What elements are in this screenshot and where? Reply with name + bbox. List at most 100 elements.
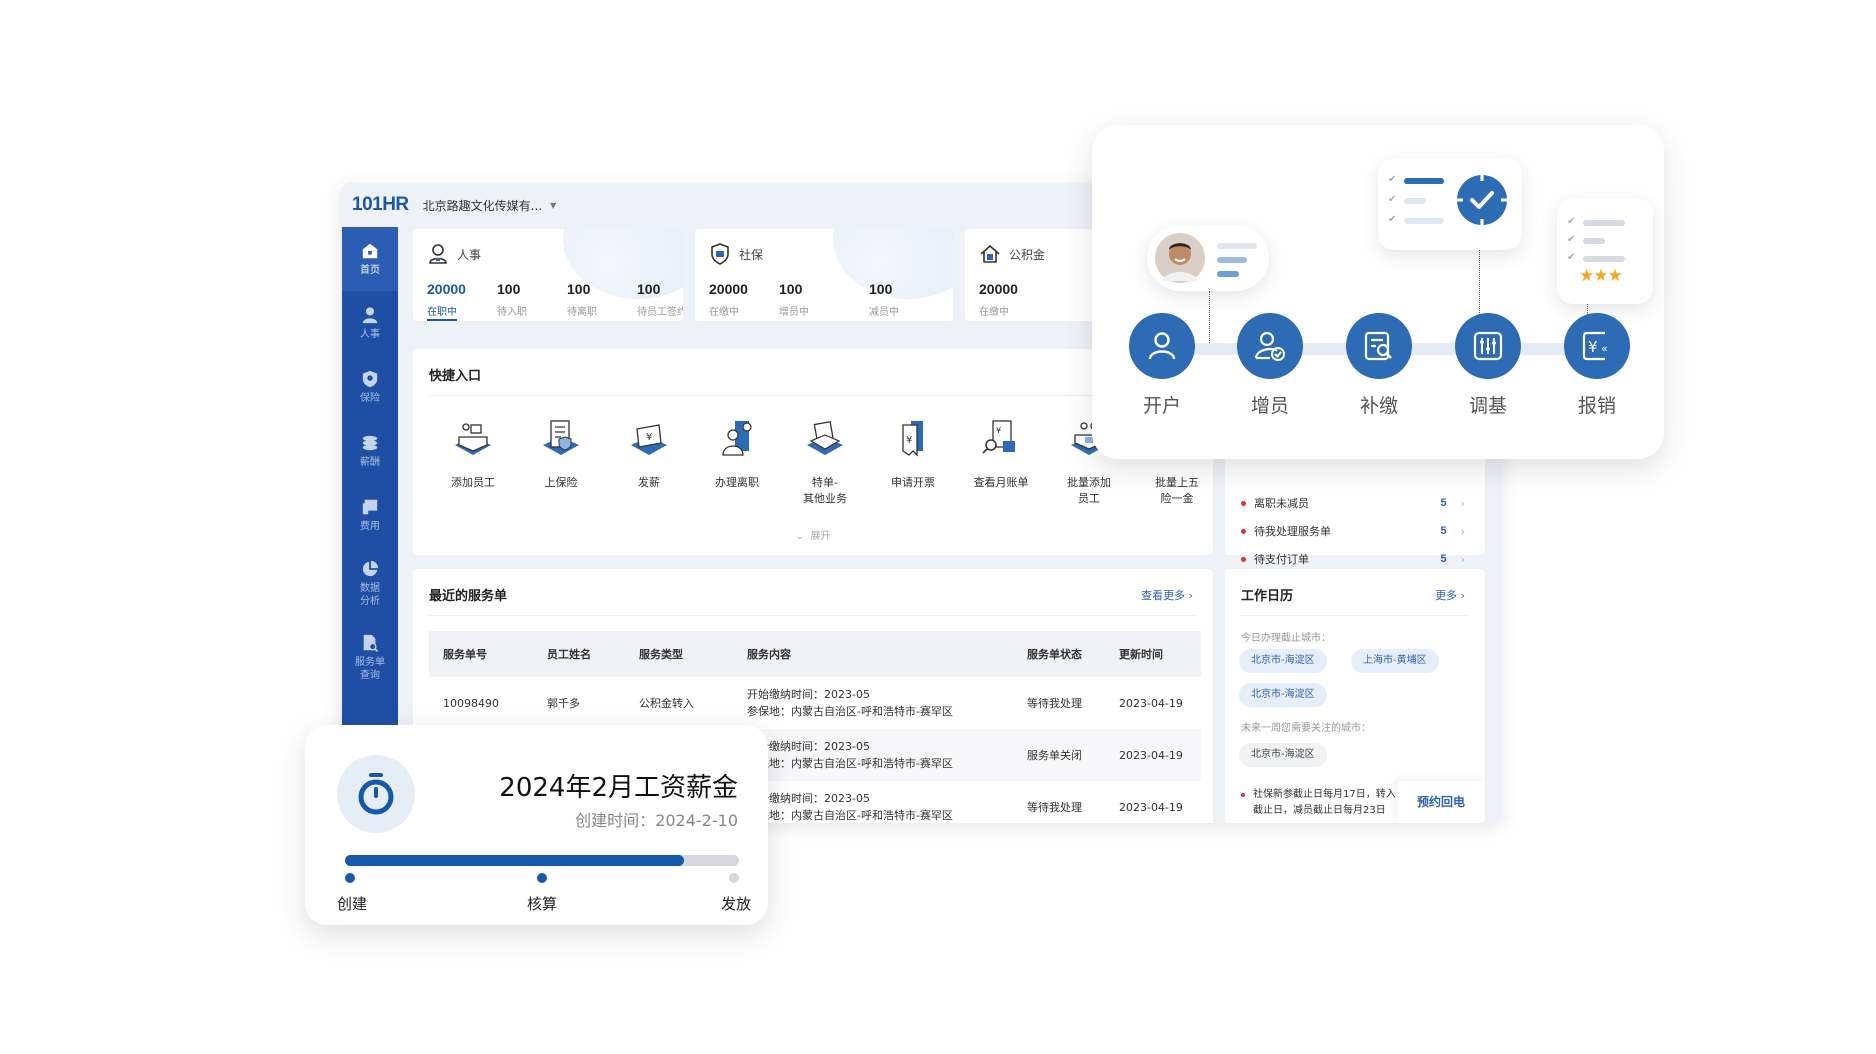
person-id-icon xyxy=(429,244,447,264)
sidebar-item-label: 费用 xyxy=(360,520,380,532)
quick-monthly-bill[interactable]: ¥ 查看月账单 xyxy=(957,415,1045,507)
stat-item[interactable]: 100 减员中 xyxy=(869,281,939,318)
sidebar-item-label: 数据 分析 xyxy=(360,583,380,607)
quick-resignation[interactable]: 办理离职 xyxy=(693,415,781,507)
service-orders-title: 最近的服务单 xyxy=(429,589,508,604)
payroll-progress-bar xyxy=(345,855,739,866)
todo-count: 5 xyxy=(1440,553,1447,565)
update-date: 2023-04-19 xyxy=(1119,696,1183,710)
todo-item[interactable]: 待我处理服务单 5 › xyxy=(1241,523,1465,539)
quick-payroll[interactable]: ¥ 发薪 xyxy=(605,415,693,507)
caret-down-icon[interactable]: ▼ xyxy=(550,201,556,210)
flow-step-label: 补缴 xyxy=(1359,395,1398,417)
stat-number: 100 xyxy=(869,281,893,297)
payroll-created: 创建时间：2024-2-10 xyxy=(575,811,738,830)
housing-fund-house-icon xyxy=(980,244,1000,263)
update-date: 2023-04-19 xyxy=(1105,729,1201,781)
sidebar-item-label: 首页 xyxy=(360,264,380,276)
sidebar-item-salary[interactable]: 薪酬 xyxy=(342,419,398,483)
quick-entry-label: 查看月账单 xyxy=(973,476,1029,489)
sidebar-item-hr[interactable]: 人事 xyxy=(342,291,398,355)
stat-number: 100 xyxy=(567,281,591,297)
resignation-icon xyxy=(722,421,752,456)
stat-item[interactable]: 20000 在缴中 xyxy=(709,281,779,318)
stat-item[interactable]: 20000 在职中 xyxy=(427,281,497,321)
flow-step-back-payment[interactable]: 补缴 xyxy=(1329,313,1429,418)
stage-dot xyxy=(729,873,739,883)
stat-item[interactable]: 100 待离职 xyxy=(567,281,637,321)
column-header: 更新时间 xyxy=(1105,631,1201,677)
stat-card-hr[interactable]: 人事 20000 在职中 100 待入职 100 待离职 100 待员工签约 xyxy=(413,229,683,321)
view-more-link[interactable]: 查看更多 › xyxy=(1141,587,1193,603)
svg-text:¥: ¥ xyxy=(1588,338,1598,356)
table-row[interactable]: 10098490 郭千多 公积金转入 开始缴纳时间：2023-05 参保地：内蒙古… xyxy=(429,677,1201,729)
sliders-icon xyxy=(1473,331,1503,361)
flow-step-open-account[interactable]: 开户 xyxy=(1112,313,1212,418)
stat-card-title: 人事 xyxy=(457,247,482,262)
today-cities-label: 今日办理截止城市： xyxy=(1241,633,1331,644)
city-chip[interactable]: 上海市-黄埔区 xyxy=(1351,649,1439,673)
stopwatch-icon xyxy=(337,755,415,833)
payroll-title: 2024年2月工资薪金 xyxy=(499,773,738,803)
column-header: 服务类型 xyxy=(625,631,733,677)
star-icon: ★ xyxy=(1607,266,1623,286)
stat-number: 20000 xyxy=(427,281,466,297)
sidebar-item-expense[interactable]: 费用 xyxy=(342,483,398,547)
sidebar-item-order-query[interactable]: 服务单 查询 xyxy=(342,621,398,695)
todo-item[interactable]: 离职未减员 5 › xyxy=(1241,495,1465,511)
stat-label: 减员中 xyxy=(869,307,899,318)
quick-entry-title: 快捷入口 xyxy=(429,369,482,384)
chevron-down-icon: ⌄ xyxy=(795,531,805,542)
monthly-bill-icon: ¥ xyxy=(982,420,1015,454)
stat-item[interactable]: 100 待入职 xyxy=(497,281,567,321)
calendar-note: 社保新参截止日每月17日，转入截止日，减员截止日每月23日 xyxy=(1241,787,1401,819)
stat-number: 100 xyxy=(637,281,661,297)
flow-step-reimburse[interactable]: ¥ « 报销 xyxy=(1547,313,1647,418)
company-selector[interactable]: 北京路趣文化传媒有... xyxy=(423,197,542,214)
sidebar-item-label: 服务单 查询 xyxy=(355,657,385,681)
service-content: 开始缴纳时间：2023-05 参保地：内蒙古自治区-呼和浩特市-赛罕区 xyxy=(747,688,953,718)
employee-name-link[interactable]: 郭千多 xyxy=(533,677,625,729)
sidebar-item-home[interactable]: 首页 xyxy=(342,227,398,291)
stat-number: 100 xyxy=(779,281,803,297)
calendar-more-link[interactable]: 更多 › xyxy=(1435,587,1465,603)
work-calendar-panel: 工作日历 更多 › 今日办理截止城市： 北京市-海淀区 上海市-黄埔区 北京市-… xyxy=(1225,569,1485,823)
star-icon: ★ xyxy=(1579,266,1594,286)
stat-item[interactable]: 100 待员工签约 xyxy=(637,281,683,321)
stage-label-create: 创建 xyxy=(336,895,368,913)
city-chip[interactable]: 北京市-海淀区 xyxy=(1239,649,1327,673)
stat-card-title: 社保 xyxy=(739,247,764,262)
flow-step-adjust-base[interactable]: 调基 xyxy=(1438,313,1538,418)
stat-item[interactable]: 20000 在缴中 xyxy=(979,281,1049,318)
quick-invoice[interactable]: ¥ 申请开票 xyxy=(869,415,957,507)
svg-text:«: « xyxy=(1601,342,1608,355)
invoice-icon: ¥ xyxy=(902,421,923,457)
document-search-icon xyxy=(363,634,379,652)
city-chip[interactable]: 北京市-海淀区 xyxy=(1239,683,1327,707)
sidebar-item-label: 薪酬 xyxy=(360,456,380,468)
sidebar-item-analytics[interactable]: 数据 分析 xyxy=(342,547,398,621)
callback-button[interactable]: 预约回电 xyxy=(1397,781,1485,823)
expand-button[interactable]: ⌄ 展开 xyxy=(413,527,1213,542)
profile-bubble xyxy=(1147,225,1269,291)
quick-insurance[interactable]: 上保险 xyxy=(517,415,605,507)
column-header: 服务单状态 xyxy=(1013,631,1105,677)
order-id-link[interactable]: 10098490 xyxy=(429,677,533,729)
stat-card-social-insurance[interactable]: 社保 20000 在缴中 100 增员中 100 减员中 xyxy=(695,229,953,321)
payroll-icon: ¥ xyxy=(631,424,667,455)
shield-icon xyxy=(362,370,378,387)
stat-item[interactable]: 100 增员中 xyxy=(779,281,869,318)
order-status: 等待我处理 xyxy=(1027,800,1082,814)
todo-item[interactable]: 待支付订单 5 › xyxy=(1241,551,1465,567)
quick-add-employee[interactable]: 添加员工 xyxy=(429,415,517,507)
flow-step-label: 开户 xyxy=(1142,395,1181,417)
quick-special-order[interactable]: 特单- 其他业务 xyxy=(781,415,869,507)
insurance-icon xyxy=(543,420,579,455)
flow-step-add-member[interactable]: 增员 xyxy=(1220,313,1320,418)
order-status: 服务单关闭 xyxy=(1013,729,1105,781)
payroll-progress-card[interactable]: 2024年2月工资薪金 创建时间：2024-2-10 创建 核算 发放 xyxy=(305,725,768,925)
sidebar-item-insurance[interactable]: 保险 xyxy=(342,355,398,419)
yen-reimburse-icon: ¥ « xyxy=(1582,331,1608,361)
todo-label: 待我处理服务单 xyxy=(1254,525,1331,538)
city-chip[interactable]: 北京市-海淀区 xyxy=(1239,743,1327,767)
